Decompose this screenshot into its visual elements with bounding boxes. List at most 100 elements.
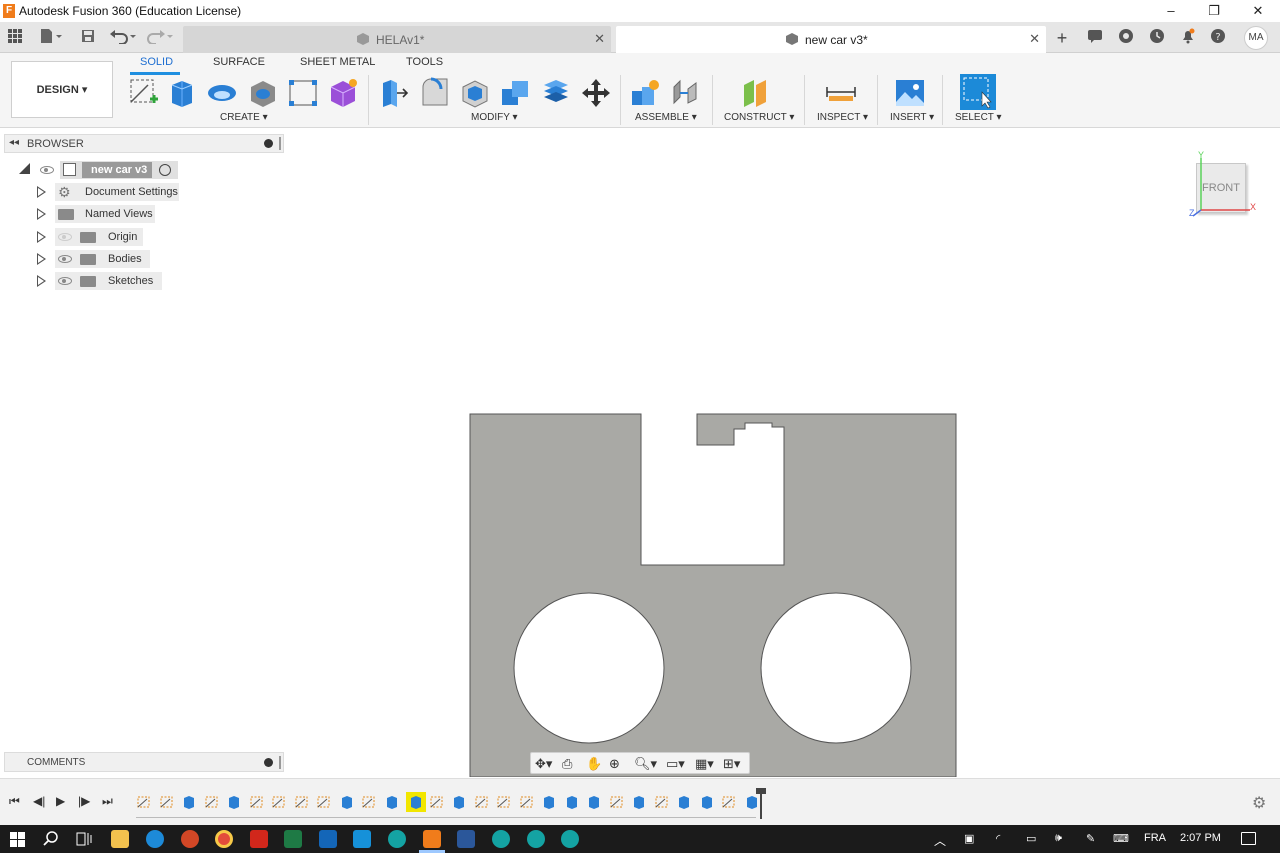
insert-group-label[interactable]: INSERT ▾ <box>890 112 934 123</box>
tray-expand-icon[interactable]: ︿ <box>934 832 946 849</box>
timeline-extrude-icon[interactable] <box>541 794 557 810</box>
tab-sheet-metal[interactable]: SHEET METAL <box>300 56 375 68</box>
job-status-icon[interactable] <box>1085 28 1105 48</box>
timeline-extrude-icon[interactable] <box>699 794 715 810</box>
node-box[interactable]: Named Views <box>55 205 155 223</box>
tab-helav1[interactable]: HELAv1* ✕ <box>183 26 611 53</box>
revolve-icon[interactable] <box>206 77 238 109</box>
arduino-icon[interactable] <box>527 830 545 848</box>
restore-button[interactable]: ❐ <box>1192 0 1236 22</box>
tab-surface[interactable]: SURFACE <box>213 56 265 68</box>
shell-icon[interactable] <box>459 77 491 109</box>
root-node-box[interactable]: new car v3 <box>60 161 178 179</box>
fit-zoom-icon[interactable]: 🔍︎▾ <box>634 756 657 772</box>
edge-browser-icon[interactable] <box>146 830 164 848</box>
tab-new-car-v3[interactable]: new car v3* ✕ <box>616 26 1046 53</box>
timeline-sketch-icon[interactable] <box>159 794 175 810</box>
timeline-settings-gear-icon[interactable]: ⚙ <box>1252 793 1266 813</box>
timeline-sketch-icon[interactable] <box>294 794 310 810</box>
arduino-icon[interactable] <box>561 830 579 848</box>
input-language[interactable]: FRA <box>1144 832 1166 844</box>
offset-plane-icon[interactable] <box>741 77 773 109</box>
excel-icon[interactable] <box>284 830 302 848</box>
search-icon[interactable] <box>43 831 59 850</box>
zoom-icon[interactable]: ⊕ <box>609 756 620 772</box>
file-explorer-icon[interactable] <box>111 830 129 848</box>
tray-app-icon[interactable]: ▣ <box>964 832 974 845</box>
browser-item-bodies[interactable]: Bodies <box>0 249 280 269</box>
user-avatar[interactable]: MA <box>1244 26 1268 50</box>
grid-settings-icon[interactable]: ▦▾ <box>695 756 714 772</box>
press-pull-icon[interactable] <box>379 77 411 109</box>
move-copy-icon[interactable] <box>580 77 612 109</box>
orbit-icon[interactable]: ✥▾ <box>535 756 552 772</box>
create-group-label[interactable]: CREATE ▾ <box>220 112 268 123</box>
timeline-extrude-icon[interactable] <box>339 794 355 810</box>
windows-start-icon[interactable] <box>10 832 25 850</box>
browser-item-origin[interactable]: Origin <box>0 227 280 247</box>
insert-image-icon[interactable] <box>894 77 926 109</box>
play-icon[interactable]: ▶ <box>56 794 65 808</box>
display-settings-icon[interactable]: ▭▾ <box>666 756 685 772</box>
workspace-switcher-button[interactable]: DESIGN ▾ <box>11 61 113 118</box>
select-group-label[interactable]: SELECT ▾ <box>955 112 1002 123</box>
undo-icon[interactable] <box>108 28 138 48</box>
construct-group-label[interactable]: CONSTRUCT ▾ <box>724 112 794 123</box>
browser-item-sketches[interactable]: Sketches <box>0 271 280 291</box>
timeline-sketch-icon[interactable] <box>204 794 220 810</box>
node-box[interactable]: Sketches <box>55 272 162 290</box>
panel-pin-icon[interactable] <box>279 756 281 769</box>
timeline-sketch-icon[interactable] <box>496 794 512 810</box>
node-box[interactable]: Bodies <box>55 250 150 268</box>
browser-item-named-views[interactable]: Named Views <box>0 204 280 224</box>
expand-triangle-icon[interactable] <box>37 186 46 198</box>
fusion360-taskbar-icon[interactable] <box>423 830 441 848</box>
extensions-icon[interactable] <box>1116 28 1136 48</box>
go-to-end-icon[interactable]: ⏭ <box>102 794 113 809</box>
keyboard-icon[interactable]: ⌨ <box>1113 832 1129 845</box>
hole-icon[interactable] <box>247 77 279 109</box>
timeline-sketch-icon[interactable] <box>316 794 332 810</box>
inspect-group-label[interactable]: INSPECT ▾ <box>817 112 868 123</box>
timeline-extrude-icon[interactable] <box>384 794 400 810</box>
expand-triangle-icon[interactable] <box>37 253 46 265</box>
comments-panel-header[interactable]: COMMENTS <box>4 752 284 772</box>
expand-triangle-icon[interactable] <box>37 231 46 243</box>
node-box[interactable]: Origin <box>55 228 143 246</box>
timeline-extrude-icon[interactable] <box>564 794 580 810</box>
new-component-icon[interactable] <box>630 77 662 109</box>
collapse-panel-icon[interactable]: ◂◂ <box>9 137 19 148</box>
timeline-extrude-icon[interactable] <box>451 794 467 810</box>
timeline-extrude-icon[interactable] <box>631 794 647 810</box>
step-forward-icon[interactable]: |▶ <box>78 794 90 808</box>
history-icon[interactable] <box>1147 28 1167 48</box>
timeline-extrude-icon[interactable] <box>181 794 197 810</box>
timeline-sketch-icon[interactable] <box>271 794 287 810</box>
pattern-icon[interactable] <box>287 77 319 109</box>
create-sketch-icon[interactable] <box>128 77 160 109</box>
battery-icon[interactable]: ▭ <box>1026 832 1036 845</box>
timeline-sketch-icon[interactable] <box>474 794 490 810</box>
assemble-group-label[interactable]: ASSEMBLE ▾ <box>635 112 697 123</box>
arduino-icon[interactable] <box>492 830 510 848</box>
data-panel-grid-icon[interactable] <box>5 28 25 48</box>
timeline-extrude-icon[interactable] <box>676 794 692 810</box>
powerpoint-icon[interactable] <box>181 830 199 848</box>
form-icon[interactable] <box>327 77 359 109</box>
timeline-extrude-icon[interactable] <box>744 794 760 810</box>
browser-item-document-settings[interactable]: ⚙ Document Settings <box>0 182 280 202</box>
visibility-eye-icon[interactable] <box>40 166 54 174</box>
joint-icon[interactable] <box>670 77 702 109</box>
extrude-icon[interactable] <box>166 77 198 109</box>
visibility-eye-icon[interactable] <box>58 255 72 263</box>
notification-center-icon[interactable] <box>1241 832 1256 845</box>
tab-solid[interactable]: SOLID <box>140 56 173 68</box>
timeline-sketch-icon[interactable] <box>519 794 535 810</box>
minimize-button[interactable]: – <box>1149 0 1193 22</box>
look-at-icon[interactable]: ⎙ <box>562 756 572 772</box>
combine-icon[interactable] <box>499 77 531 109</box>
select-icon[interactable] <box>960 74 996 110</box>
pen-icon[interactable]: ✎ <box>1086 832 1095 845</box>
go-to-start-icon[interactable]: ⏮ <box>9 794 20 809</box>
expand-triangle-icon[interactable] <box>37 208 46 220</box>
